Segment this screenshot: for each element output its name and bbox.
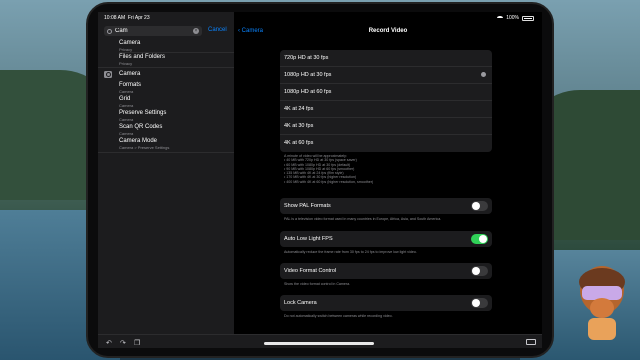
status-bar-right: 100%: [234, 12, 542, 24]
result-camera-mode[interactable]: Camera Mode Camera > Preserve Settings: [119, 138, 169, 150]
search-field[interactable]: ×: [104, 26, 202, 36]
option-1080p-60[interactable]: 1080p HD at 60 fps: [280, 84, 492, 101]
toggle-label: Video Format Control: [284, 268, 337, 274]
home-indicator: [264, 342, 374, 345]
camera-icon: [104, 70, 112, 78]
camera-app-row[interactable]: Camera: [98, 69, 140, 79]
toggle-note: Automatically reduce the frame rate from…: [284, 250, 417, 254]
keyboard-shortcut-bar: ↶ ↷ ❐: [98, 334, 542, 348]
lock-camera-toggle[interactable]: [471, 298, 488, 308]
option-4k-24[interactable]: 4K at 24 fps: [280, 101, 492, 118]
section-divider: [98, 67, 234, 68]
result-camera-privacy[interactable]: Camera Privacy: [119, 40, 140, 52]
result-title: Preserve Settings: [119, 110, 167, 116]
result-grid[interactable]: Grid Camera: [119, 96, 133, 108]
option-4k-60[interactable]: 4K at 60 fps: [280, 135, 492, 152]
toggle-note: Show the video format control in Camera.: [284, 282, 351, 286]
toggle-row-lock-camera: Lock Camera: [280, 295, 492, 311]
result-subtitle: Camera: [119, 88, 134, 94]
video-format-list: 720p HD at 30 fps 1080p HD at 30 fps 108…: [280, 50, 492, 152]
auto-low-light-toggle[interactable]: [471, 234, 488, 244]
battery-icon: [522, 15, 534, 21]
memoji-avatar: [579, 266, 625, 340]
search-icon: [107, 28, 112, 34]
option-4k-30[interactable]: 4K at 30 fps: [280, 118, 492, 135]
paste-icon[interactable]: ❐: [134, 339, 140, 347]
wifi-icon: [497, 16, 504, 20]
status-time: 10:08 AM Fri Apr 23: [104, 15, 150, 21]
status-indicators: 100%: [497, 15, 534, 21]
result-subtitle: Privacy: [119, 60, 133, 66]
keyboard-icon[interactable]: [526, 339, 536, 345]
search-input[interactable]: [115, 28, 185, 34]
result-title: Scan QR Codes: [119, 124, 163, 130]
toggle-label: Show PAL Formats: [284, 203, 331, 209]
result-title: Grid: [119, 96, 131, 102]
result-subtitle: Camera: [119, 130, 134, 136]
section-divider: [98, 152, 234, 153]
result-title: Camera Mode: [119, 138, 158, 144]
clear-icon[interactable]: ×: [193, 28, 199, 34]
cancel-button[interactable]: Cancel: [208, 27, 227, 33]
result-subtitle: Privacy: [119, 46, 133, 52]
result-title: Files and Folders: [119, 54, 166, 60]
page-title: Record Video: [368, 28, 408, 34]
toggle-label: Lock Camera: [284, 300, 317, 306]
show-pal-toggle[interactable]: [471, 201, 488, 211]
record-video-pane: 100% ‹ Camera Record Video 720p HD at 30…: [234, 12, 542, 348]
search-row: × Cancel: [104, 26, 232, 38]
video-format-control-toggle[interactable]: [471, 266, 488, 276]
result-formats[interactable]: Formats Camera: [119, 82, 141, 94]
result-title: Camera: [119, 40, 141, 46]
toggle-row-show-pal: Show PAL Formats: [280, 198, 492, 214]
toggle-note: Do not automatically switch between came…: [284, 314, 393, 318]
option-720p-30[interactable]: 720p HD at 30 fps: [280, 50, 492, 67]
result-subtitle: Camera > Preserve Settings: [119, 144, 170, 150]
toggle-label: Auto Low Light FPS: [284, 236, 333, 242]
checkmark-icon: [481, 72, 486, 77]
result-subtitle: Camera: [119, 116, 134, 122]
result-files-and-folders[interactable]: Files and Folders Privacy: [119, 54, 165, 66]
toggle-note: PAL is a television video format used in…: [284, 217, 442, 221]
undo-icon[interactable]: ↶: [106, 339, 112, 347]
settings-sidebar: 10:08 AM Fri Apr 23 × Cancel Camera Priv…: [98, 12, 234, 348]
result-preserve-settings[interactable]: Preserve Settings Camera: [119, 110, 166, 122]
camera-app-title: Camera: [119, 71, 141, 77]
battery-percent: 100%: [506, 15, 519, 21]
redo-icon[interactable]: ↷: [120, 339, 126, 347]
result-scan-qr-codes[interactable]: Scan QR Codes Camera: [119, 124, 162, 136]
toggle-row-video-format-control: Video Format Control: [280, 263, 492, 279]
toggle-row-auto-low-light: Auto Low Light FPS: [280, 231, 492, 247]
ipad-screen: 10:08 AM Fri Apr 23 × Cancel Camera Priv…: [98, 12, 542, 348]
option-1080p-30[interactable]: 1080p HD at 30 fps: [280, 67, 492, 84]
divider: [119, 52, 234, 53]
storage-note: A minute of video will be approximately:…: [284, 154, 374, 184]
result-subtitle: Camera: [119, 102, 134, 108]
result-title: Formats: [119, 82, 142, 88]
